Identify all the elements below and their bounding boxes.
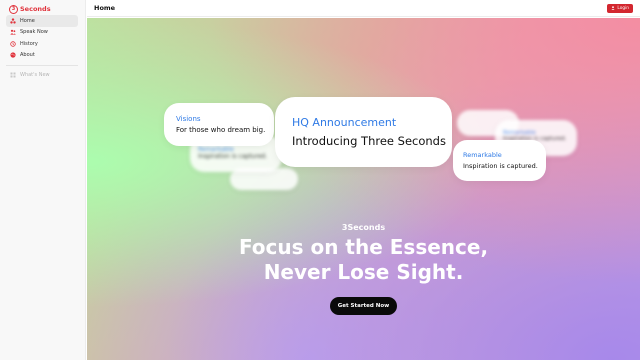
card-text: For those who dream big. (176, 126, 266, 134)
hero-title-line: Never Lose Sight. (263, 260, 464, 284)
sidebar-nav: Home Speak Now History About What's New (6, 15, 78, 81)
grid-icon (10, 72, 16, 78)
brand-name: Seconds (20, 5, 51, 13)
get-started-button[interactable]: Get Started Now (330, 297, 397, 315)
sidebar-item-home[interactable]: Home (6, 15, 78, 27)
hero-section: Remarkable Inspiration is captured. Rema… (87, 18, 640, 360)
sidebar-item-label: Speak Now (20, 29, 48, 36)
sidebar: 3 Seconds Home Speak Now History About W… (0, 0, 86, 360)
top-bar: Home Login (87, 0, 640, 17)
triangle-shapes-icon (10, 18, 16, 24)
sidebar-item-label: History (20, 40, 38, 47)
sidebar-item-about[interactable]: About (6, 50, 78, 62)
sidebar-item-label: About (20, 52, 35, 59)
brand-logo[interactable]: 3 Seconds (9, 4, 51, 14)
sidebar-divider (6, 65, 78, 66)
globe-icon (10, 52, 16, 58)
card-tag: Visions (176, 115, 201, 123)
hq-announcement-card: HQ Announcement Introducing Three Second… (275, 97, 452, 167)
hero-title: Focus on the Essence, Never Lose Sight. (87, 235, 640, 285)
card-text: Inspiration is captured. (198, 153, 268, 160)
sidebar-item-speak-now[interactable]: Speak Now (6, 27, 78, 39)
user-icon (611, 5, 616, 12)
page-title: Home (94, 4, 116, 12)
card-text: Introducing Three Seconds (292, 134, 446, 148)
people-icon (10, 29, 16, 35)
visions-card: Visions For those who dream big. (164, 103, 274, 146)
login-label: Login (617, 6, 629, 11)
brand-mark: 3 (9, 4, 18, 14)
card-tag: HQ Announcement (292, 116, 397, 129)
sidebar-item-label: What's New (20, 71, 50, 78)
sidebar-item-label: Home (20, 17, 35, 24)
login-button[interactable]: Login (607, 4, 633, 13)
card-text: Inspiration is captured. (463, 162, 538, 170)
hero-subtitle: 3Seconds (341, 223, 386, 232)
hero-title-line: Focus on the Essence, (238, 235, 489, 259)
history-icon (10, 41, 16, 47)
sidebar-item-history[interactable]: History (6, 38, 78, 50)
sidebar-item-whats-new[interactable]: What's New (6, 69, 78, 81)
card-tag: Remarkable (198, 146, 234, 153)
remarkable-card: Remarkable Inspiration is captured. (453, 140, 546, 181)
card-tag: Remarkable (463, 151, 502, 159)
